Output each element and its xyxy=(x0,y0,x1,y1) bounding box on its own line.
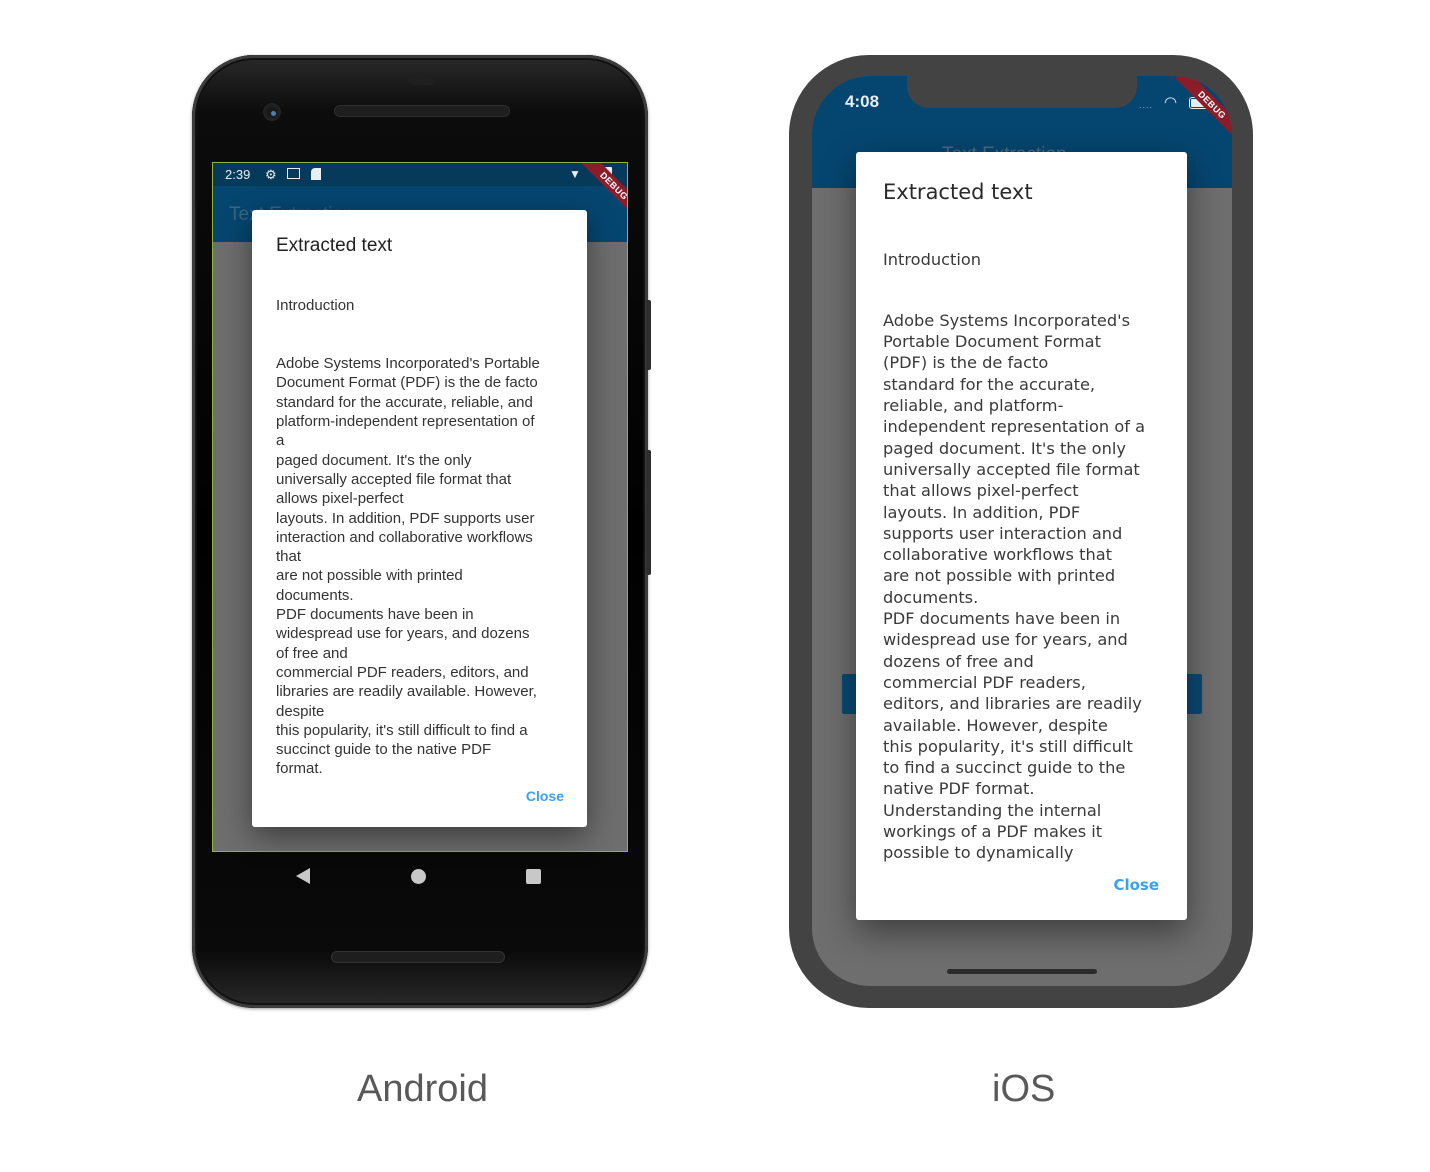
content-body: Adobe Systems Incorporated's Portable Do… xyxy=(276,355,540,778)
sd-card-icon xyxy=(311,168,321,180)
extracted-text-dialog: Extracted text Introduction Adobe System… xyxy=(856,152,1187,920)
android-caption: Android xyxy=(357,1068,488,1110)
dialog-title: Extracted text xyxy=(276,235,393,256)
close-button[interactable]: Close xyxy=(526,788,564,804)
content-heading: Introduction xyxy=(276,297,355,315)
wifi-icon: ◠ xyxy=(1164,94,1178,111)
status-time: 4:08 xyxy=(845,92,880,111)
ios-caption: iOS xyxy=(992,1068,1056,1110)
android-earpiece xyxy=(407,75,435,85)
android-power-button xyxy=(646,300,651,370)
recents-icon[interactable] xyxy=(526,869,541,884)
signal-icon: .... xyxy=(1139,100,1154,110)
android-volume-button xyxy=(646,450,651,575)
dialog-content: Introduction Adobe Systems Incorporated'… xyxy=(883,228,1173,885)
content-heading: Introduction xyxy=(883,250,982,270)
android-bottom-speaker xyxy=(331,951,505,963)
dialog-content: Introduction Adobe Systems Incorporated'… xyxy=(276,277,571,798)
photo-icon xyxy=(287,168,300,179)
content-body: Adobe Systems Incorporated's Portable Do… xyxy=(883,310,1146,863)
android-status-bar: 2:39 ⚙ ▼ xyxy=(213,163,627,186)
status-time: 2:39 xyxy=(225,167,251,182)
settings-icon: ⚙ xyxy=(265,167,277,182)
front-camera-icon xyxy=(263,103,281,121)
close-button[interactable]: Close xyxy=(1113,876,1159,894)
wifi-icon: ▼ xyxy=(569,167,581,181)
back-icon[interactable] xyxy=(296,868,310,884)
android-top-speaker xyxy=(334,105,510,117)
android-nav-bar xyxy=(212,850,626,902)
home-icon[interactable] xyxy=(411,869,426,884)
dialog-title: Extracted text xyxy=(883,180,1033,204)
ios-notch xyxy=(907,76,1137,108)
home-indicator[interactable] xyxy=(947,969,1097,974)
extracted-text-dialog: Extracted text Introduction Adobe System… xyxy=(252,210,587,827)
